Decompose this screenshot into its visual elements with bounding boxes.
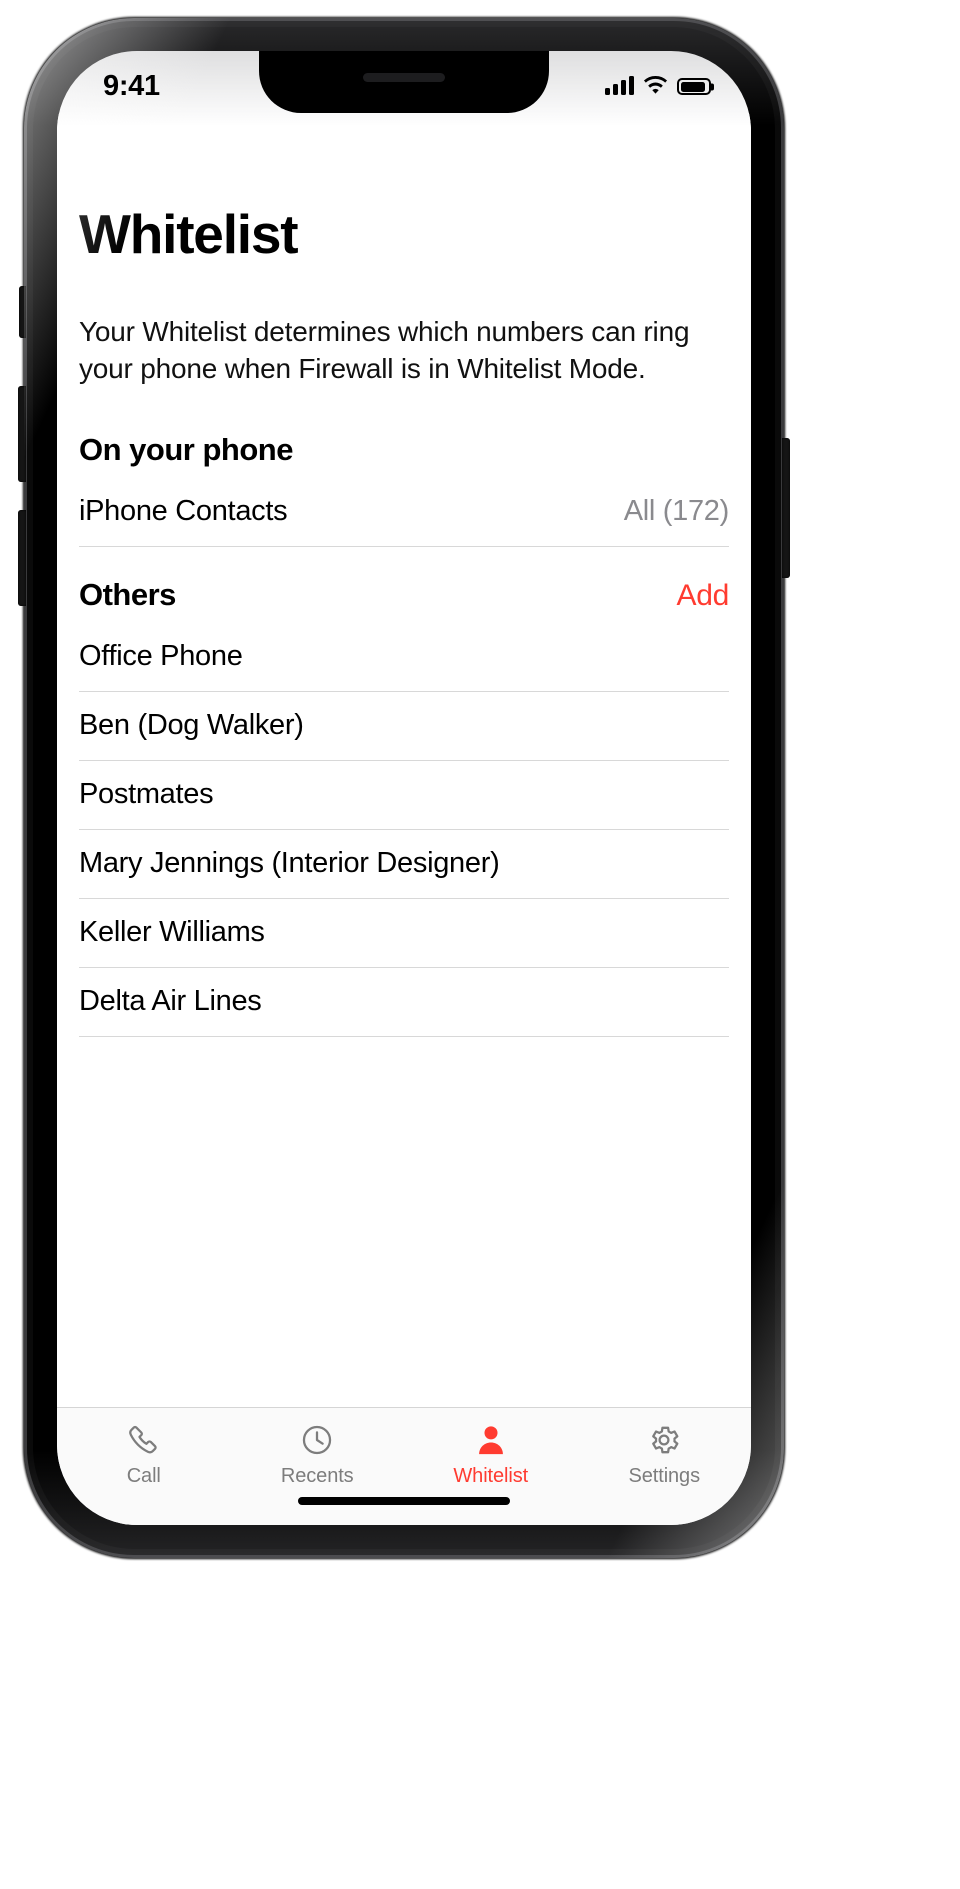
tab-call[interactable]: Call xyxy=(57,1422,231,1488)
power-button[interactable] xyxy=(782,438,790,578)
row-label: Postmates xyxy=(79,778,214,811)
row-label: Mary Jennings (Interior Designer) xyxy=(79,847,500,880)
cellular-signal-icon xyxy=(605,75,634,95)
home-indicator[interactable] xyxy=(298,1497,510,1505)
tab-label: Whitelist xyxy=(453,1465,529,1487)
screenshot-root: 9:41 Whitelist Your Whitelist determines… xyxy=(0,0,960,1889)
wifi-icon xyxy=(643,75,668,95)
list-item-postmates[interactable]: Postmates xyxy=(79,761,729,830)
mute-switch[interactable] xyxy=(19,286,26,338)
list-item-delta-air-lines[interactable]: Delta Air Lines xyxy=(79,968,729,1037)
tab-whitelist[interactable]: Whitelist xyxy=(404,1422,578,1488)
list-item-mary-jennings[interactable]: Mary Jennings (Interior Designer) xyxy=(79,830,729,899)
tab-label: Settings xyxy=(628,1465,701,1487)
volume-down-button[interactable] xyxy=(18,510,26,606)
main-content: Whitelist Your Whitelist determines whic… xyxy=(57,113,751,1407)
status-bar: 9:41 xyxy=(57,51,751,113)
row-label: Ben (Dog Walker) xyxy=(79,709,304,742)
row-label: iPhone Contacts xyxy=(79,495,288,528)
page-title: Whitelist xyxy=(79,203,299,265)
section-header-others: Others Add xyxy=(79,547,729,613)
others-list: Office Phone Ben (Dog Walker) Postmates … xyxy=(79,613,729,1037)
section-title-on-your-phone: On your phone xyxy=(79,431,293,467)
tab-recents[interactable]: Recents xyxy=(231,1422,405,1488)
tab-settings[interactable]: Settings xyxy=(578,1422,752,1488)
list-item-office-phone[interactable]: Office Phone xyxy=(79,623,729,692)
list-item-keller-williams[interactable]: Keller Williams xyxy=(79,899,729,968)
row-label: Delta Air Lines xyxy=(79,985,262,1018)
phone-icon xyxy=(127,1422,161,1458)
add-button[interactable]: Add xyxy=(677,579,730,613)
clock-icon xyxy=(300,1422,334,1458)
gear-icon xyxy=(647,1422,681,1458)
page-description: Your Whitelist determines which numbers … xyxy=(79,316,690,384)
row-label: Office Phone xyxy=(79,640,243,673)
list-item-iphone-contacts[interactable]: iPhone Contacts All (172) xyxy=(79,478,729,547)
tab-label: Call xyxy=(126,1465,161,1487)
section-header-on-your-phone: On your phone xyxy=(79,388,729,468)
status-indicators xyxy=(605,75,711,97)
row-value: All (172) xyxy=(623,495,730,528)
row-label: Keller Williams xyxy=(79,916,265,949)
iphone-device-frame: 9:41 Whitelist Your Whitelist determines… xyxy=(18,18,790,1558)
status-time: 9:41 xyxy=(103,69,160,102)
tab-label: Recents xyxy=(280,1465,354,1487)
tab-bar: Call Recents Whitelist Settings xyxy=(57,1407,751,1525)
section-title-others: Others xyxy=(79,576,176,612)
list-item-ben-dog-walker[interactable]: Ben (Dog Walker) xyxy=(79,692,729,761)
phone-screen: 9:41 Whitelist Your Whitelist determines… xyxy=(57,51,751,1525)
battery-icon xyxy=(677,78,711,95)
person-icon xyxy=(474,1422,508,1458)
volume-up-button[interactable] xyxy=(18,386,26,482)
on-your-phone-list: iPhone Contacts All (172) xyxy=(79,468,729,547)
